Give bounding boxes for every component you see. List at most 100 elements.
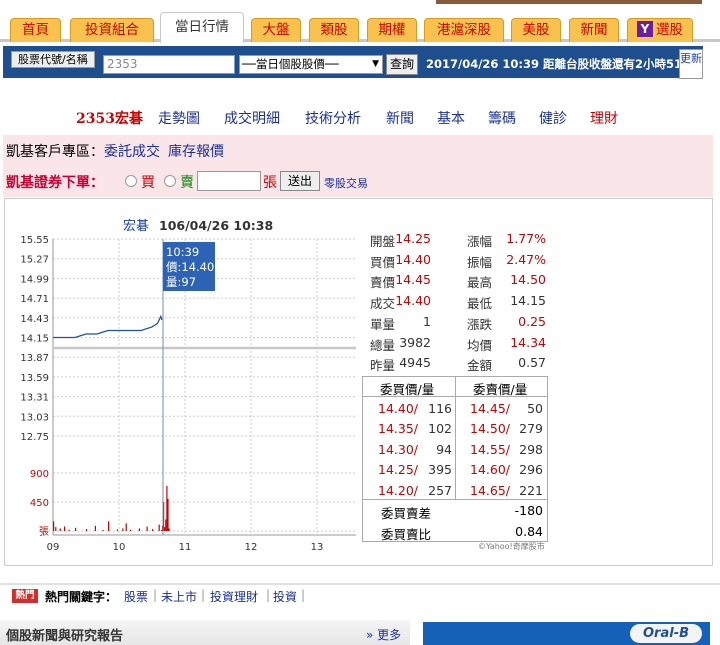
news-section-title: 個股新聞與研究報告 (6, 629, 124, 644)
sell-radio[interactable] (164, 175, 176, 187)
quote-value: 14.40 (395, 251, 431, 267)
price-tick: 13.31 (20, 393, 49, 404)
subnav-trend[interactable]: 走勢圖 (158, 108, 200, 128)
price-tick: 14.43 (20, 314, 49, 325)
volume-bars (53, 485, 170, 531)
tab-intraday[interactable]: 當日行情 (160, 12, 244, 43)
stock-code-input[interactable]: 2353 (103, 55, 235, 74)
price-tick: 13.59 (20, 373, 49, 384)
subnav-chips[interactable]: 籌碼 (488, 108, 516, 128)
time-axis: 09 10 11 12 13 (47, 542, 324, 553)
subnav-current-stock[interactable]: 2353宏碁 (76, 108, 143, 128)
time-tick: 13 (311, 542, 324, 553)
quote-label: 金額 (467, 358, 493, 374)
volume-bar (138, 528, 140, 531)
entrust-link[interactable]: 委託成交 (104, 144, 160, 160)
tab-options[interactable]: 期權 (367, 18, 417, 42)
quote-value: 1 (423, 313, 431, 329)
tab-portfolio[interactable]: 投資組合 (70, 18, 154, 42)
top-banner-strip (436, 0, 702, 4)
volume-bar (75, 527, 77, 531)
tab-sectors[interactable]: 類股 (309, 18, 359, 42)
broker-area-label: 凱基客戶專區： (6, 144, 104, 160)
subnav-checkup[interactable]: 健診 (539, 108, 567, 128)
tab-screener[interactable]: Y 選股 (627, 18, 693, 42)
hot-keyword-invest[interactable]: 投資 (273, 588, 297, 605)
bid-volume: 395 (428, 462, 452, 478)
diff-value: -180 (514, 503, 543, 518)
order-title: 凱基證券下單： (6, 175, 104, 191)
ask-volume: 296 (519, 462, 543, 478)
hot-keyword-finance[interactable]: 投資理財 (210, 588, 258, 605)
quote-label: 振幅 (467, 254, 493, 270)
ask-volume: 221 (519, 482, 543, 498)
tab-home[interactable]: 首頁 (10, 18, 61, 42)
price-tick: 14.15 (20, 334, 49, 345)
quote-label: 買價 (370, 254, 396, 270)
ask-price: 14.65/ (470, 482, 510, 498)
tab-market[interactable]: 大盤 (251, 18, 301, 42)
odd-lot-link[interactable]: 零股交易 (324, 175, 368, 191)
order-book: 委買價/量 委賣價/量 14.40/116 14.45/50 14.35/102 14… (362, 376, 548, 542)
chart-datetime: 106/04/26 10:38 (159, 218, 273, 233)
quote-value: 2.47% (506, 251, 546, 267)
volume-bar (55, 527, 57, 531)
query-button[interactable]: 查詢 (386, 54, 418, 75)
send-order-button[interactable]: 送出 (280, 171, 320, 191)
holdings-link[interactable]: 庫存報價 (168, 144, 224, 160)
tab-news[interactable]: 新聞 (569, 18, 619, 42)
tab-hk-china[interactable]: 港滬深股 (424, 18, 504, 42)
volume-bar (130, 529, 132, 531)
subnav-technical[interactable]: 技術分析 (305, 108, 361, 128)
volume-bar (53, 521, 55, 531)
time-tick: 10 (113, 542, 126, 553)
volume-tick: 900 (30, 469, 49, 480)
quote-value: 14.40 (395, 293, 431, 309)
ask-price: 14.45/ (470, 401, 510, 416)
refresh-button[interactable]: 更新 (679, 49, 703, 79)
bid-volume: 257 (428, 482, 452, 498)
market-status: 2017/04/26 10:39 距離台股收盤還有2小時51分鐘 (426, 57, 706, 71)
volume-bar (59, 528, 61, 531)
quote-label: 最低 (467, 296, 493, 312)
quote-label: 總量 (370, 337, 396, 353)
quote-value: 1.77% (506, 231, 546, 246)
time-tick: 12 (245, 542, 258, 553)
news-more-link[interactable]: » 更多 (366, 626, 401, 643)
quote-label: 最高 (467, 275, 493, 291)
subnav-fundamentals[interactable]: 基本 (437, 108, 465, 128)
unit-label: 張 (263, 175, 277, 191)
quote-value: 14.50 (510, 272, 546, 288)
ratio-value: 0.84 (515, 524, 543, 539)
quote-label: 漲幅 (467, 234, 493, 249)
price-tick: 15.27 (20, 255, 49, 266)
buy-radio[interactable] (125, 175, 137, 187)
ask-price: 14.60/ (470, 462, 510, 478)
ad-banner[interactable]: Oral-B (423, 622, 710, 645)
quote-value: 0.25 (518, 313, 546, 329)
volume-bar (116, 529, 118, 531)
volume-tick: 450 (30, 498, 49, 509)
hot-keyword-stocks[interactable]: 股票 (124, 588, 148, 605)
subnav-trades[interactable]: 成交明細 (224, 108, 280, 128)
volume-bar (86, 529, 88, 531)
tab-us-stocks[interactable]: 美股 (511, 18, 561, 42)
bid-price: 14.30/ (378, 441, 418, 457)
hot-keyword-otc[interactable]: 未上市 (161, 588, 197, 605)
volume-bar (165, 519, 167, 531)
volume-bar (146, 526, 148, 531)
quantity-input[interactable] (197, 171, 261, 191)
quote-value: 0.57 (518, 355, 546, 371)
price-tick: 14.71 (20, 294, 49, 305)
subnav-news[interactable]: 新聞 (386, 108, 414, 128)
bid-price: 14.35/ (378, 421, 418, 437)
price-tick: 15.55 (20, 235, 49, 246)
subnav-finance[interactable]: 理財 (590, 108, 618, 128)
broker-section: 凱基客戶專區：委託成交 庫存報價 凱基證券下單： 買 賣 張 送出 零股交易 (3, 135, 713, 197)
quote-value: 4945 (399, 355, 431, 371)
view-select[interactable]: ──當日個股股價── ▼ (239, 55, 383, 74)
volume-tick: 張 (39, 526, 49, 538)
quote-value: 3982 (399, 334, 431, 350)
bid-volume: 116 (428, 401, 452, 416)
volume-bar (94, 525, 96, 531)
